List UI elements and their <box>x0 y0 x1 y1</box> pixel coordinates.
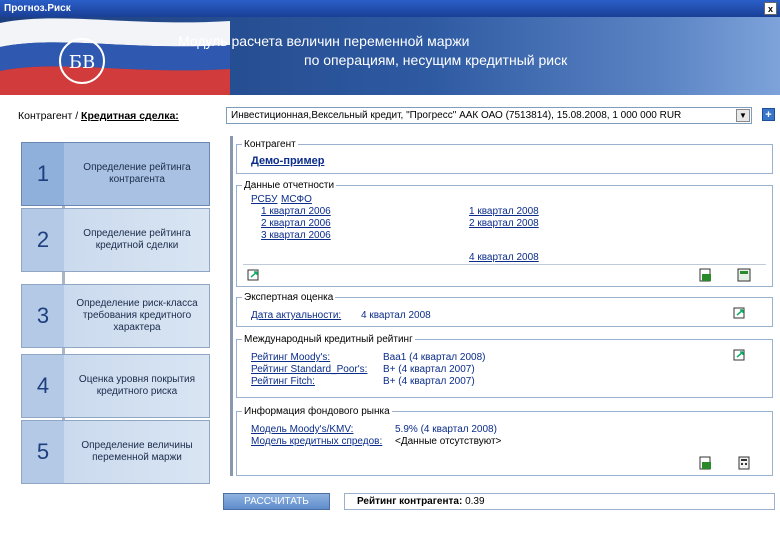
export-excel-icon[interactable] <box>699 268 713 282</box>
banner-title-line1: Модуль расчета величин переменной маржи <box>178 33 470 49</box>
report-period-link[interactable]: 3 квартал 2006 <box>261 230 331 241</box>
market-info-panel: Информация фондового рынка Модель Moody'… <box>236 406 773 476</box>
panel-legend: Контрагент <box>242 139 298 150</box>
intl-rating-panel: Международный кредитный рейтинг Рейтинг … <box>236 334 773 398</box>
credit-deal-value: Инвестиционная,Вексельный кредит, "Прогр… <box>231 110 682 121</box>
counterparty-rating-box: Рейтинг контрагента: 0.39 <box>344 493 775 510</box>
kmv-model-value: 5.9% (4 квартал 2008) <box>395 424 497 435</box>
contractor-link[interactable]: Демо-пример <box>251 155 324 167</box>
banner-title-line2: по операциям, несущим кредитный риск <box>304 52 568 68</box>
step-label: Определение риск-класса требования креди… <box>76 298 198 333</box>
step-1-button[interactable]: 1 Определение рейтинга контрагента <box>21 142 210 206</box>
step-label: Определение рейтинга контрагента <box>83 162 191 185</box>
credit-deal-select[interactable]: Инвестиционная,Вексельный кредит, "Прогр… <box>226 107 752 124</box>
actuality-date-label[interactable]: Дата актуальности: <box>251 310 341 321</box>
rating-label: Рейтинг контрагента: <box>357 496 463 507</box>
step-2-button[interactable]: 2 Определение рейтинга кредитной сделки <box>21 208 210 272</box>
app-banner: БВ Модуль расчета величин переменной мар… <box>0 17 780 95</box>
moodys-rating-label[interactable]: Рейтинг Moody's: <box>251 352 330 363</box>
chart-icon[interactable] <box>737 268 751 282</box>
rating-value: 0.39 <box>465 496 485 507</box>
report-period-link[interactable]: 2 квартал 2006 <box>261 218 331 229</box>
panel-legend: Международный кредитный рейтинг <box>242 334 415 345</box>
step-label: Определение рейтинга кредитной сделки <box>83 228 191 251</box>
panel-legend: Информация фондового рынка <box>242 406 392 417</box>
step-label: Оценка уровня покрытия кредитного риска <box>78 374 196 397</box>
window-titlebar: Прогноз.Риск x <box>0 0 780 17</box>
chevron-down-icon[interactable]: ▼ <box>736 109 750 122</box>
step-5-button[interactable]: 5 Определение величины переменной маржи <box>21 420 210 484</box>
contractor-deal-label: Контрагент / Кредитная сделка: <box>18 110 179 122</box>
actuality-date-value: 4 квартал 2008 <box>361 310 431 321</box>
sp-rating-value: B+ (4 квартал 2007) <box>383 364 475 375</box>
moodys-rating-value: Baa1 (4 квартал 2008) <box>383 352 486 363</box>
add-deal-button[interactable]: + <box>762 108 775 121</box>
calculate-button[interactable]: РАССЧИТАТЬ <box>223 493 330 510</box>
flag-emblem-icon: БВ <box>0 18 230 95</box>
report-period-link[interactable]: 1 квартал 2008 <box>469 206 539 217</box>
step-number: 5 <box>22 421 64 483</box>
fitch-rating-label[interactable]: Рейтинг Fitch: <box>251 376 315 387</box>
step-4-button[interactable]: 4 Оценка уровня покрытия кредитного риск… <box>21 354 210 418</box>
calculator-icon[interactable] <box>737 456 751 470</box>
step-3-button[interactable]: 3 Определение риск-класса требования кре… <box>21 284 210 348</box>
report-period-link[interactable]: 1 квартал 2006 <box>261 206 331 217</box>
step-number: 1 <box>22 143 64 205</box>
reporting-panel: Данные отчетности РСБУ МСФО 1 квартал 20… <box>236 180 773 287</box>
sp-rating-label[interactable]: Рейтинг Standard_Poor's: <box>251 364 367 375</box>
spread-model-label[interactable]: Модель кредитных спредов: <box>251 436 382 447</box>
contractor-label: Контрагент / <box>18 110 82 122</box>
panel-connector-bar <box>230 136 233 476</box>
refresh-icon[interactable] <box>247 268 261 282</box>
panel-legend: Экспертная оценка <box>242 292 336 303</box>
tab-msfo[interactable]: МСФО <box>281 194 312 205</box>
credit-deal-label[interactable]: Кредитная сделка: <box>81 110 179 122</box>
tab-rsbu[interactable]: РСБУ <box>251 194 277 205</box>
report-period-link[interactable]: 4 квартал 2008 <box>469 252 539 263</box>
svg-text:БВ: БВ <box>69 52 95 73</box>
panel-divider <box>243 264 766 265</box>
refresh-icon[interactable] <box>733 306 747 320</box>
window-title: Прогноз.Риск <box>4 3 71 14</box>
fitch-rating-value: B+ (4 квартал 2007) <box>383 376 475 387</box>
contractor-panel: Контрагент Демо-пример <box>236 139 773 174</box>
close-icon[interactable]: x <box>764 2 777 15</box>
expert-panel: Экспертная оценка Дата актуальности: 4 к… <box>236 292 773 327</box>
panel-legend: Данные отчетности <box>242 180 337 191</box>
step-number: 3 <box>22 285 64 347</box>
export-excel-icon[interactable] <box>699 456 713 470</box>
step-number: 4 <box>22 355 64 417</box>
step-number: 2 <box>22 209 64 271</box>
report-period-link[interactable]: 2 квартал 2008 <box>469 218 539 229</box>
step-label: Определение величины переменной маржи <box>81 440 193 463</box>
refresh-icon[interactable] <box>733 348 747 362</box>
kmv-model-label[interactable]: Модель Moody's/KMV: <box>251 424 353 435</box>
spread-model-value: <Данные отсутствуют> <box>395 436 502 447</box>
